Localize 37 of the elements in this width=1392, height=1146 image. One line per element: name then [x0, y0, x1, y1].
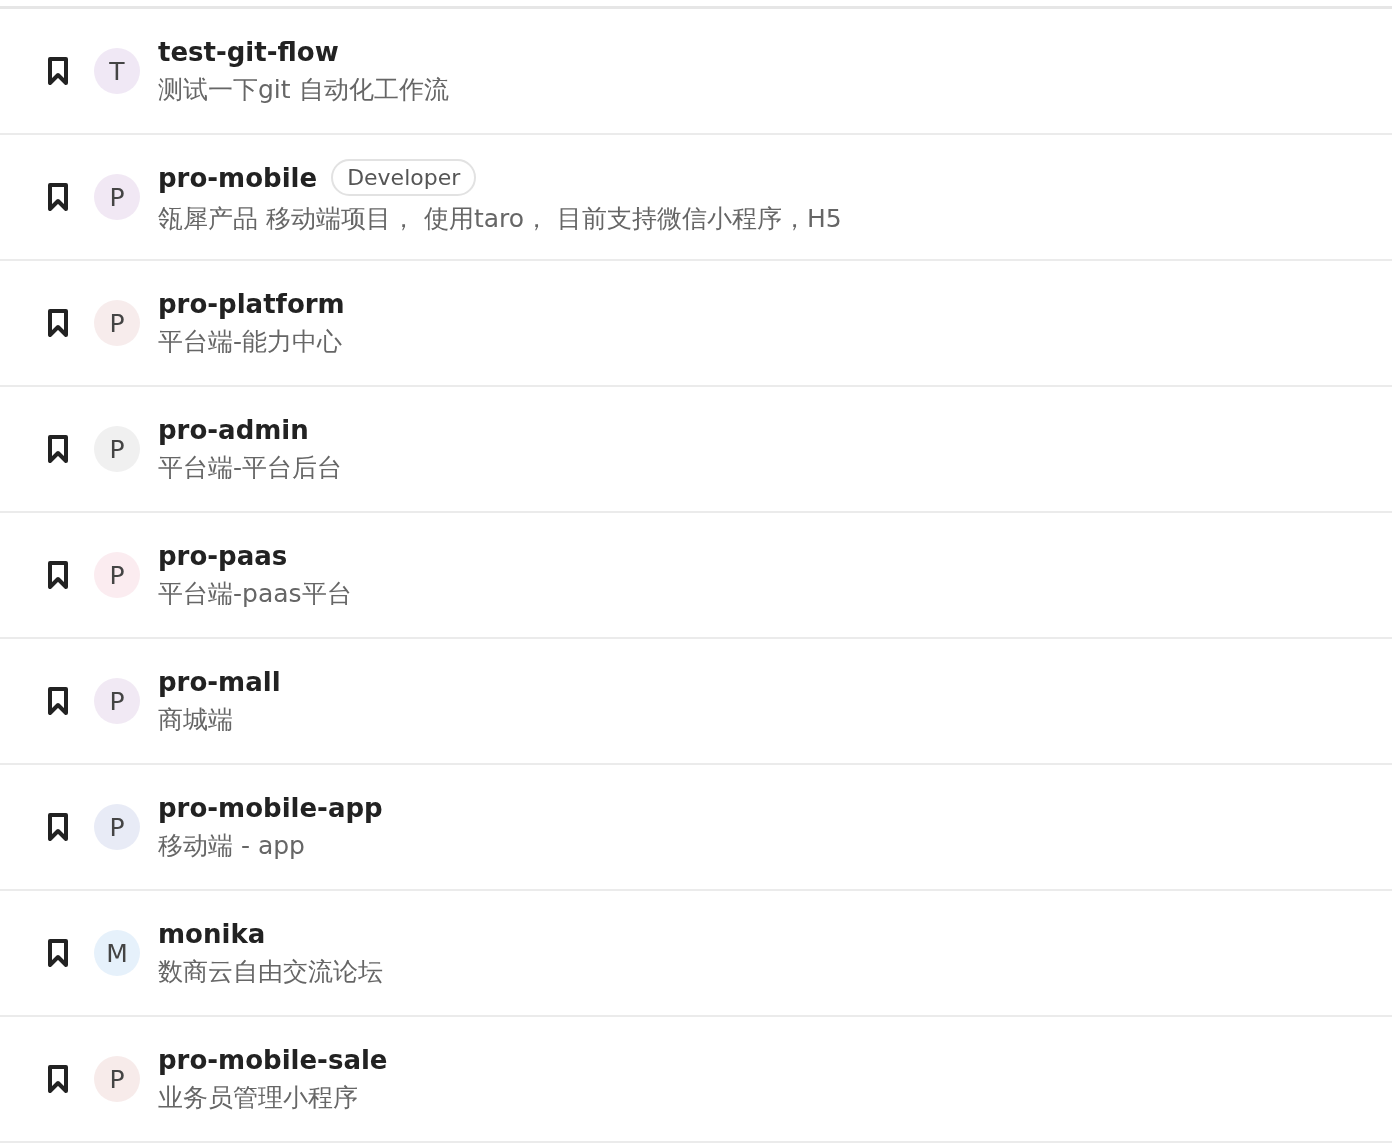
project-name[interactable]: pro-mall	[158, 666, 281, 697]
bookmark-icon[interactable]	[47, 56, 69, 86]
bookmark-icon[interactable]	[47, 938, 69, 968]
project-description: 业务员管理小程序	[158, 1081, 359, 1114]
bookmark-icon[interactable]	[47, 1064, 69, 1094]
project-name[interactable]: monika	[158, 918, 266, 949]
avatar: P	[94, 678, 140, 724]
avatar: P	[94, 804, 140, 850]
avatar: P	[94, 1056, 140, 1102]
project-name[interactable]: pro-mobile	[158, 162, 318, 193]
project-name[interactable]: pro-platform	[158, 288, 345, 319]
avatar: T	[94, 48, 140, 94]
avatar: M	[94, 930, 140, 976]
project-name[interactable]: pro-paas	[158, 540, 288, 571]
project-description: 平台端-能力中心	[158, 325, 344, 358]
bookmark-icon[interactable]	[47, 434, 69, 464]
project-name[interactable]: pro-admin	[158, 414, 309, 445]
project-description: 平台端-paas平台	[158, 577, 352, 610]
project-description: 移动端 - app	[158, 829, 306, 862]
bookmark-icon[interactable]	[47, 182, 69, 212]
avatar: P	[94, 552, 140, 598]
bookmark-icon[interactable]	[47, 308, 69, 338]
project-description: 数商云自由交流论坛	[158, 955, 383, 988]
project-description: 商城端	[158, 703, 234, 736]
project-description: 平台端-平台后台	[158, 451, 343, 484]
bookmark-icon[interactable]	[47, 686, 69, 716]
avatar: P	[94, 174, 140, 220]
project-name[interactable]: test-git-flow	[158, 36, 339, 67]
project-name[interactable]: pro-mobile-sale	[158, 1044, 388, 1075]
bookmark-icon[interactable]	[47, 812, 69, 842]
project-description: 测试一下git 自动化工作流	[158, 73, 449, 106]
avatar: P	[94, 426, 140, 472]
bookmark-icon[interactable]	[47, 560, 69, 590]
avatar: P	[94, 300, 140, 346]
project-name[interactable]: pro-mobile-app	[158, 792, 383, 823]
project-description: 瓴犀产品 移动端项目， 使用taro， 目前支持微信小程序，H5	[158, 203, 842, 235]
role-badge: Developer	[331, 159, 477, 196]
